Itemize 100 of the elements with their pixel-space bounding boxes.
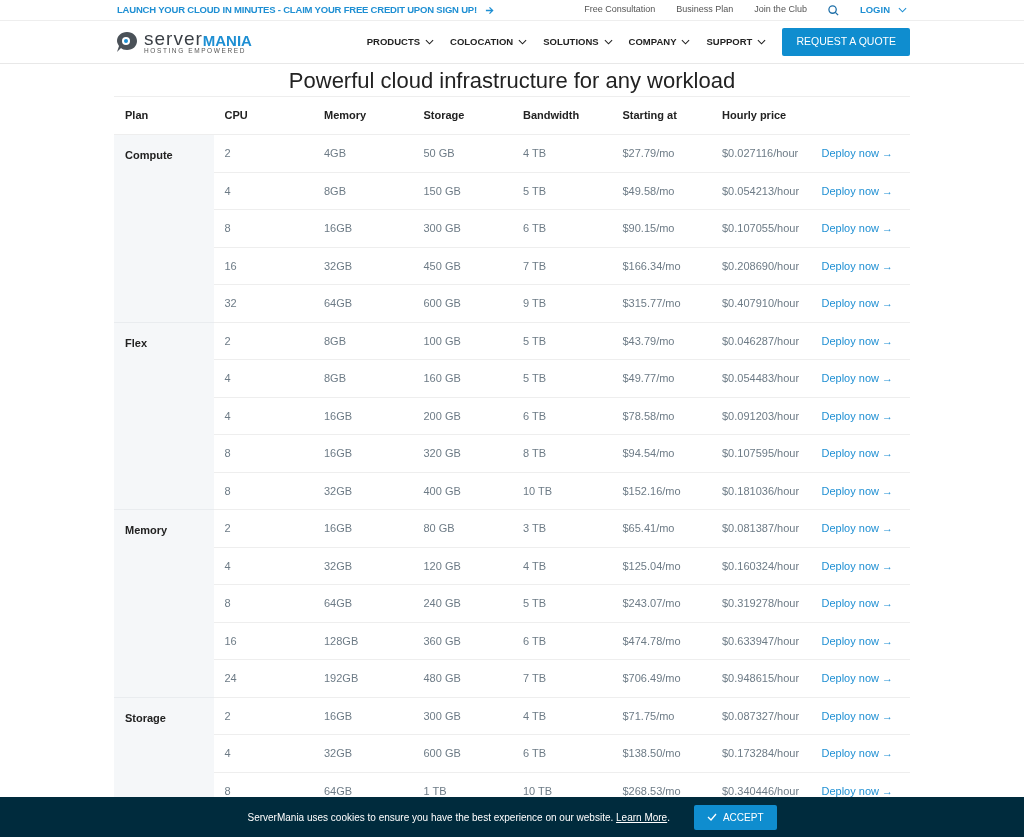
table-cell: 32 bbox=[213, 284, 313, 322]
table-cell: 450 GB bbox=[412, 247, 512, 285]
table-cell: 8 TB bbox=[512, 434, 612, 472]
table-cell: $49.77/mo bbox=[611, 359, 711, 397]
search-icon[interactable] bbox=[827, 4, 839, 16]
deploy-link[interactable]: Deploy now → bbox=[821, 672, 894, 684]
table-cell: $0.160324/hour bbox=[711, 547, 811, 585]
deploy-link[interactable]: Deploy now → bbox=[821, 484, 894, 497]
table-cell: 4GB bbox=[313, 134, 413, 172]
table-cell: 6 TB bbox=[512, 734, 612, 772]
table-cell: 24 bbox=[213, 659, 313, 697]
chevron-down-icon bbox=[898, 7, 907, 13]
nav-menu-item[interactable]: SUPPORT bbox=[706, 34, 767, 50]
table-cell: 5 TB bbox=[512, 172, 612, 210]
deploy-link[interactable]: Deploy now → bbox=[821, 297, 894, 309]
table-cell: 16 bbox=[213, 247, 313, 285]
deploy-link[interactable]: Deploy now → bbox=[821, 634, 894, 647]
table-cell: 4 bbox=[213, 734, 313, 772]
table-cell: 480 GB bbox=[412, 659, 512, 697]
column-header: CPU bbox=[213, 96, 313, 135]
table-cell: $65.41/mo bbox=[611, 509, 711, 547]
deploy-link[interactable]: Deploy now → bbox=[821, 147, 894, 159]
table-cell: 6 TB bbox=[512, 397, 612, 435]
plan-name: Compute bbox=[114, 134, 214, 322]
deploy-link[interactable]: Deploy now → bbox=[821, 222, 894, 234]
table-cell: 8 bbox=[213, 584, 313, 622]
table-cell: 8 bbox=[213, 209, 313, 247]
table-cell: 7 TB bbox=[512, 659, 612, 697]
deploy-link[interactable]: Deploy now → bbox=[821, 334, 894, 347]
nav-menu-item[interactable]: COMPANY bbox=[628, 34, 691, 50]
table-cell: 240 GB bbox=[412, 584, 512, 622]
deploy-link[interactable]: Deploy now → bbox=[821, 447, 894, 459]
nav-menu-item[interactable]: COLOCATION bbox=[450, 34, 528, 50]
table-cell: 4 bbox=[213, 359, 313, 397]
top-link[interactable]: Business Plan bbox=[676, 3, 734, 17]
section-heading: Powerful cloud infrastructure for any workload bbox=[287, 68, 737, 94]
table-cell: 16GB bbox=[313, 697, 413, 735]
table-cell: 160 GB bbox=[412, 359, 512, 397]
table-cell: 8 bbox=[213, 472, 313, 510]
top-link[interactable]: Join the Club bbox=[754, 3, 807, 17]
table-cell: 4 bbox=[213, 172, 313, 210]
chevron-down-icon bbox=[425, 39, 435, 45]
table-cell: 4 TB bbox=[512, 134, 612, 172]
table-cell: 32GB bbox=[313, 247, 413, 285]
plan-name: Flex bbox=[114, 322, 214, 510]
deploy-link[interactable]: Deploy now → bbox=[821, 747, 894, 759]
deploy-link[interactable]: Deploy now → bbox=[821, 372, 894, 384]
table-cell: $0.087327/hour bbox=[711, 697, 811, 735]
nav-menu-item[interactable]: PRODUCTS bbox=[366, 34, 435, 50]
table-cell: $90.15/mo bbox=[611, 209, 711, 247]
column-header: Storage bbox=[412, 96, 512, 135]
table-cell: 360 GB bbox=[412, 622, 512, 660]
table-cell: 300 GB bbox=[412, 697, 512, 735]
table-cell: 32GB bbox=[313, 472, 413, 510]
table-cell: 16 bbox=[213, 622, 313, 660]
chevron-down-icon bbox=[603, 39, 613, 45]
column-header: Memory bbox=[313, 96, 413, 135]
table-cell: $0.091203/hour bbox=[711, 397, 811, 435]
logo-icon bbox=[114, 29, 140, 55]
column-header: Starting at bbox=[611, 96, 711, 135]
deploy-link[interactable]: Deploy now → bbox=[821, 184, 894, 197]
request-quote-button[interactable]: REQUEST A QUOTE bbox=[782, 28, 910, 56]
table-cell: 50 GB bbox=[412, 134, 512, 172]
table-cell: 320 GB bbox=[412, 434, 512, 472]
table-cell: $43.79/mo bbox=[611, 322, 711, 360]
table-cell: 150 GB bbox=[412, 172, 512, 210]
table-cell: $0.107595/hour bbox=[711, 434, 811, 472]
table-cell: 2 bbox=[213, 697, 313, 735]
table-cell: 32GB bbox=[313, 734, 413, 772]
table-cell: $0.054213/hour bbox=[711, 172, 811, 210]
table-cell: $0.319278/hour bbox=[711, 584, 811, 622]
table-cell: 8GB bbox=[313, 172, 413, 210]
table-cell: 2 bbox=[213, 134, 313, 172]
table-cell: 192GB bbox=[313, 659, 413, 697]
table-cell: $0.081387/hour bbox=[711, 509, 811, 547]
deploy-link[interactable]: Deploy now → bbox=[821, 559, 894, 572]
table-cell: $0.107055/hour bbox=[711, 209, 811, 247]
table-cell: 6 TB bbox=[512, 622, 612, 660]
promo-link[interactable]: LAUNCH YOUR CLOUD IN MINUTES - CLAIM YOUR FREE CREDIT UPON SIGN UP! bbox=[117, 2, 494, 18]
top-link[interactable]: Free Consultation bbox=[584, 3, 656, 17]
accept-button[interactable]: ACCEPT bbox=[693, 804, 777, 830]
deploy-link[interactable]: Deploy now → bbox=[821, 522, 894, 534]
column-header: Bandwidth bbox=[512, 96, 612, 135]
table-cell: 4 bbox=[213, 547, 313, 585]
table-cell: $0.948615/hour bbox=[711, 659, 811, 697]
deploy-link[interactable]: Deploy now → bbox=[821, 784, 894, 797]
table-cell: 300 GB bbox=[412, 209, 512, 247]
deploy-link[interactable]: Deploy now → bbox=[821, 259, 894, 272]
login-link[interactable]: LOGIN bbox=[859, 2, 907, 18]
nav-menu-item[interactable]: SOLUTIONS bbox=[543, 34, 613, 50]
table-cell: 64GB bbox=[313, 584, 413, 622]
deploy-link[interactable]: Deploy now → bbox=[821, 709, 894, 722]
table-cell: 8 bbox=[213, 434, 313, 472]
table-cell: $125.04/mo bbox=[611, 547, 711, 585]
table-cell: 8GB bbox=[313, 359, 413, 397]
deploy-link[interactable]: Deploy now → bbox=[821, 409, 894, 422]
deploy-link[interactable]: Deploy now → bbox=[821, 597, 894, 609]
table-cell: $94.54/mo bbox=[611, 434, 711, 472]
column-header: Plan bbox=[114, 96, 214, 135]
table-cell: $138.50/mo bbox=[611, 734, 711, 772]
